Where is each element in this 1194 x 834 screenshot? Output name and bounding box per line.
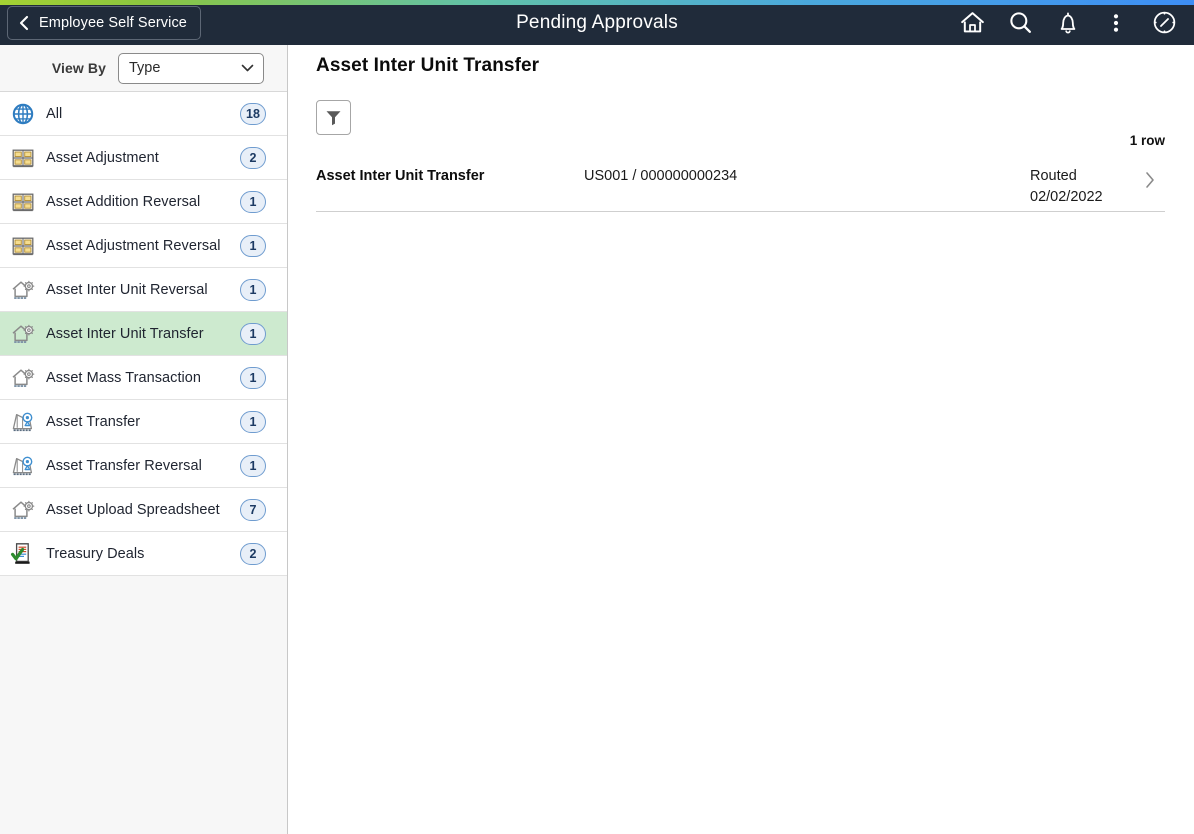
sidebar-item-asset-inter-unit-transfer[interactable]: Asset Inter Unit Transfer1	[0, 312, 287, 356]
view-by-bar: View By Type	[0, 45, 287, 92]
header-icon-group	[948, 0, 1188, 45]
view-by-select[interactable]: Type	[118, 53, 264, 84]
sidebar-item-treasury-deals[interactable]: Treasury Deals2	[0, 532, 287, 576]
sidebar-item-count-badge: 1	[240, 191, 266, 213]
notifications-bell-icon[interactable]	[1044, 0, 1092, 45]
sidebar-item-label: Asset Inter Unit Reversal	[46, 282, 240, 298]
sidebar-item-label: Asset Inter Unit Transfer	[46, 326, 240, 342]
sidebar-item-asset-mass-transaction[interactable]: Asset Mass Transaction1	[0, 356, 287, 400]
sidebar-item-count-badge: 1	[240, 323, 266, 345]
house-gear-icon	[0, 277, 46, 303]
document-check-icon	[0, 541, 46, 567]
sidebar-item-label: Asset Adjustment Reversal	[46, 238, 240, 254]
sidebar-item-asset-upload-spreadsheet[interactable]: Asset Upload Spreadsheet7	[0, 488, 287, 532]
view-by-label: View By	[52, 60, 106, 76]
approvals-grid: Asset Inter Unit TransferUS001 / 0000000…	[316, 158, 1165, 212]
brand-gradient-strip	[0, 0, 1194, 5]
chevron-left-icon	[17, 14, 31, 32]
warehouse-rack-icon	[0, 189, 46, 215]
sidebar-item-all[interactable]: All18	[0, 92, 287, 136]
navbar-compass-icon[interactable]	[1140, 0, 1188, 45]
approval-row-status-text: Routed	[1030, 168, 1077, 184]
chevron-down-icon	[241, 64, 254, 73]
sidebar-item-asset-addition-reversal[interactable]: Asset Addition Reversal1	[0, 180, 287, 224]
house-gear-icon	[0, 321, 46, 347]
approval-row-identifier: US001 / 000000000234	[584, 166, 1030, 184]
sidebar-item-label: All	[46, 106, 240, 122]
approval-row-title: Asset Inter Unit Transfer	[316, 166, 584, 184]
sidebar-item-asset-adjustment[interactable]: Asset Adjustment2	[0, 136, 287, 180]
sidebar-item-count-badge: 1	[240, 455, 266, 477]
view-by-selected-value: Type	[129, 60, 160, 76]
home-icon[interactable]	[948, 0, 996, 45]
house-gear-icon	[0, 497, 46, 523]
sidebar-item-count-badge: 1	[240, 411, 266, 433]
map-pin-icon	[0, 453, 46, 479]
sidebar-item-count-badge: 1	[240, 279, 266, 301]
sidebar-item-label: Asset Addition Reversal	[46, 194, 240, 210]
sidebar-item-asset-inter-unit-reversal[interactable]: Asset Inter Unit Reversal1	[0, 268, 287, 312]
house-gear-icon	[0, 365, 46, 391]
sidebar-item-count-badge: 2	[240, 147, 266, 169]
sidebar-item-count-badge: 2	[240, 543, 266, 565]
approval-row-status: Routed 02/02/2022	[1030, 166, 1135, 208]
sidebar-item-label: Asset Mass Transaction	[46, 370, 240, 386]
sidebar-item-label: Asset Transfer Reversal	[46, 458, 240, 474]
sidebar-item-asset-transfer[interactable]: Asset Transfer1	[0, 400, 287, 444]
actions-menu-icon[interactable]	[1092, 0, 1140, 45]
sidebar-item-label: Asset Adjustment	[46, 150, 240, 166]
sidebar-item-label: Treasury Deals	[46, 546, 240, 562]
app-header: Employee Self Service Pending Approvals	[0, 0, 1194, 45]
sidebar-item-label: Asset Upload Spreadsheet	[46, 502, 240, 518]
warehouse-rack-icon	[0, 233, 46, 259]
search-icon[interactable]	[996, 0, 1044, 45]
sidebar-item-count-badge: 1	[240, 235, 266, 257]
sidebar-item-count-badge: 18	[240, 103, 266, 125]
filter-button[interactable]	[316, 100, 351, 135]
approval-row-date: 02/02/2022	[1030, 187, 1135, 208]
approval-row[interactable]: Asset Inter Unit TransferUS001 / 0000000…	[316, 158, 1165, 212]
back-to-employee-self-service-button[interactable]: Employee Self Service	[7, 6, 201, 40]
sidebar-item-asset-transfer-reversal[interactable]: Asset Transfer Reversal1	[0, 444, 287, 488]
content-heading: Asset Inter Unit Transfer	[316, 55, 539, 77]
main-content: Asset Inter Unit Transfer 1 row Asset In…	[289, 45, 1194, 834]
row-count-label: 1 row	[1130, 133, 1165, 148]
approvals-sidebar: View By Type All18Asset Adjustment2Asset…	[0, 45, 288, 834]
map-pin-icon	[0, 409, 46, 435]
filter-funnel-icon	[324, 108, 343, 127]
sidebar-item-count-badge: 1	[240, 367, 266, 389]
approval-type-list: All18Asset Adjustment2Asset Addition Rev…	[0, 92, 287, 576]
sidebar-item-asset-adjustment-reversal[interactable]: Asset Adjustment Reversal1	[0, 224, 287, 268]
chevron-right-icon[interactable]	[1135, 166, 1165, 190]
back-button-label: Employee Self Service	[39, 15, 187, 31]
sidebar-item-label: Asset Transfer	[46, 414, 240, 430]
pending-approvals-page: Employee Self Service Pending Approvals	[0, 0, 1194, 834]
globe-icon	[0, 101, 46, 127]
sidebar-item-count-badge: 7	[240, 499, 266, 521]
sidebar-empty-space	[0, 576, 287, 834]
warehouse-rack-icon	[0, 145, 46, 171]
